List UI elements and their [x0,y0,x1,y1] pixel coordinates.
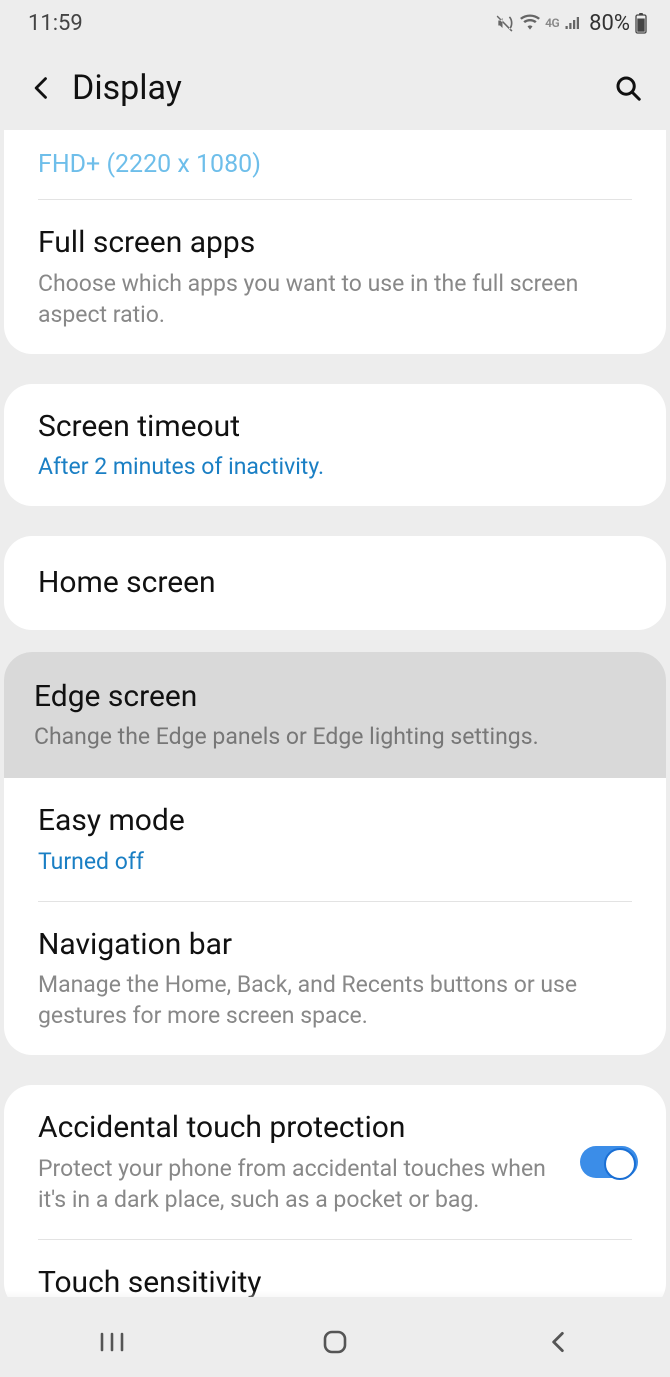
status-bar: 11:59 4G 80% [0,0,670,46]
row-title: Edge screen [34,678,636,716]
edge-screen-row[interactable]: Edge screen Change the Edge panels or Ed… [4,652,666,779]
navigation-bar-row[interactable]: Navigation bar Manage the Home, Back, an… [4,902,666,1056]
screen-resolution-row[interactable]: FHD+ (2220 x 1080) [4,144,666,199]
network-4g-icon: 4G [545,16,559,30]
search-button[interactable] [604,64,652,112]
card-edge-easy-nav: Edge screen Change the Edge panels or Ed… [4,652,666,1056]
status-tray: 4G 80% [495,11,648,36]
card-screen-timeout: Screen timeout After 2 minutes of inacti… [4,384,666,507]
recents-nav-button[interactable] [52,1317,172,1367]
row-title: Accidental touch protection [38,1109,562,1147]
signal-icon [563,14,583,32]
back-button[interactable] [18,64,66,112]
row-subtitle: Manage the Home, Back, and Recents butto… [38,969,632,1031]
settings-list[interactable]: FHD+ (2220 x 1080) Full screen apps Choo… [0,130,670,1297]
card-touch: Accidental touch protection Protect your… [4,1085,666,1297]
row-title: Home screen [38,564,632,602]
row-subtitle: Change the Edge panels or Edge lighting … [34,721,636,752]
full-screen-apps-row[interactable]: Full screen apps Choose which apps you w… [4,200,666,354]
row-title: Easy mode [38,802,632,840]
card-home-screen: Home screen [4,536,666,630]
home-screen-row[interactable]: Home screen [4,536,666,630]
row-title: Navigation bar [38,926,632,964]
wifi-icon [519,13,541,33]
row-title: Touch sensitivity [38,1264,632,1297]
row-subtitle: Choose which apps you want to use in the… [38,268,632,330]
battery-percent: 80% [589,11,630,36]
row-title: Screen timeout [38,408,632,446]
status-time: 11:59 [28,11,83,36]
system-navigation-bar [0,1307,670,1377]
resolution-value: FHD+ (2220 x 1080) [38,150,261,179]
back-nav-button[interactable] [498,1317,618,1367]
battery-icon [634,12,648,34]
screen-timeout-row[interactable]: Screen timeout After 2 minutes of inacti… [4,384,666,507]
row-title: Full screen apps [38,224,632,262]
easy-mode-row[interactable]: Easy mode Turned off [4,778,666,901]
row-subtitle: Turned off [38,846,632,877]
card-resolution-fullscreen: FHD+ (2220 x 1080) Full screen apps Choo… [4,130,666,354]
header: Display [0,46,670,130]
accidental-touch-toggle[interactable] [580,1146,638,1178]
row-subtitle: After 2 minutes of inactivity. [38,451,632,482]
accidental-touch-row[interactable]: Accidental touch protection Protect your… [4,1085,666,1239]
home-nav-button[interactable] [275,1317,395,1367]
touch-sensitivity-row[interactable]: Touch sensitivity [4,1240,666,1297]
row-subtitle: Protect your phone from accidental touch… [38,1153,562,1215]
page-title: Display [72,68,604,108]
mute-vibrate-icon [495,13,515,33]
